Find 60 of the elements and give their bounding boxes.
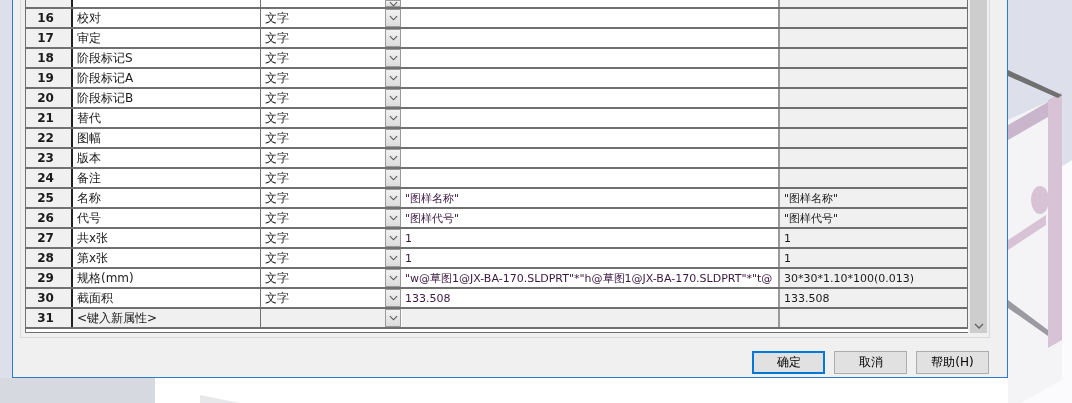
row-number: 18 xyxy=(26,49,73,67)
evaluated-value-cell: "图样代号" xyxy=(780,209,968,227)
row-number: 30 xyxy=(26,289,73,307)
new-property-cell[interactable]: <键入新属性> xyxy=(73,309,261,327)
row-number: 22 xyxy=(26,129,73,147)
caret-icon[interactable] xyxy=(388,295,398,301)
row-number: 20 xyxy=(26,89,73,107)
dialog-button[interactable]: 取消 xyxy=(834,351,907,374)
dropdown-button[interactable] xyxy=(385,269,401,287)
caret-icon[interactable] xyxy=(388,35,398,41)
caret-icon[interactable] xyxy=(388,195,398,201)
row-number: 19 xyxy=(26,69,73,87)
dropdown-button[interactable] xyxy=(385,289,401,307)
row-number: 25 xyxy=(26,189,73,207)
caret-icon[interactable] xyxy=(388,175,398,181)
evaluated-value-cell: 1 xyxy=(780,229,968,247)
row-number: 23 xyxy=(26,149,73,167)
scroll-down-icon[interactable] xyxy=(973,323,984,329)
dropdown-button[interactable] xyxy=(385,209,401,227)
caret-icon[interactable] xyxy=(388,155,398,161)
dropdown-button[interactable] xyxy=(385,149,401,167)
caret-icon[interactable] xyxy=(388,95,398,101)
dropdown-button[interactable] xyxy=(385,109,401,127)
evaluated-value-cell: 1 xyxy=(780,249,968,267)
dropdown-button[interactable] xyxy=(385,229,401,247)
caret-icon[interactable] xyxy=(388,315,398,321)
row-number: 24 xyxy=(26,169,73,187)
evaluated-value-cell: 133.508 xyxy=(780,289,968,307)
caret-icon[interactable] xyxy=(388,215,398,221)
caret-icon[interactable] xyxy=(388,55,398,61)
dropdown-button[interactable] xyxy=(385,249,401,267)
caret-icon[interactable] xyxy=(388,115,398,121)
caret-icon[interactable] xyxy=(388,135,398,141)
row-number: 21 xyxy=(26,109,73,127)
caret-icon[interactable] xyxy=(388,235,398,241)
dropdown-button[interactable] xyxy=(385,9,401,27)
row-number: 29 xyxy=(26,269,73,287)
dropdown-button[interactable] xyxy=(385,129,401,147)
row-number: 16 xyxy=(26,9,73,27)
dropdown-button[interactable] xyxy=(385,29,401,47)
dialog-button[interactable]: 帮助(H) xyxy=(916,351,989,374)
dropdown-button[interactable] xyxy=(385,309,401,327)
dialog-button[interactable]: 确定 xyxy=(752,351,825,374)
row-number: 31 xyxy=(26,309,73,327)
evaluated-value-cell: "图样名称" xyxy=(780,189,968,207)
caret-icon[interactable] xyxy=(388,75,398,81)
dropdown-button[interactable] xyxy=(385,69,401,87)
row-number: 17 xyxy=(26,29,73,47)
dropdown-button[interactable] xyxy=(385,0,401,7)
dropdown-button[interactable] xyxy=(385,169,401,187)
dropdown-button[interactable] xyxy=(385,89,401,107)
row-number: 28 xyxy=(26,249,73,267)
caret-icon[interactable] xyxy=(388,255,398,261)
scrollbar[interactable] xyxy=(970,0,987,333)
dropdown-button[interactable] xyxy=(385,49,401,67)
evaluated-value-cell: 30*30*1.10*100(0.013) xyxy=(780,269,968,287)
caret-icon[interactable] xyxy=(388,275,398,281)
row-number: 27 xyxy=(26,229,73,247)
dropdown-button[interactable] xyxy=(385,189,401,207)
row-number: 26 xyxy=(26,209,73,227)
